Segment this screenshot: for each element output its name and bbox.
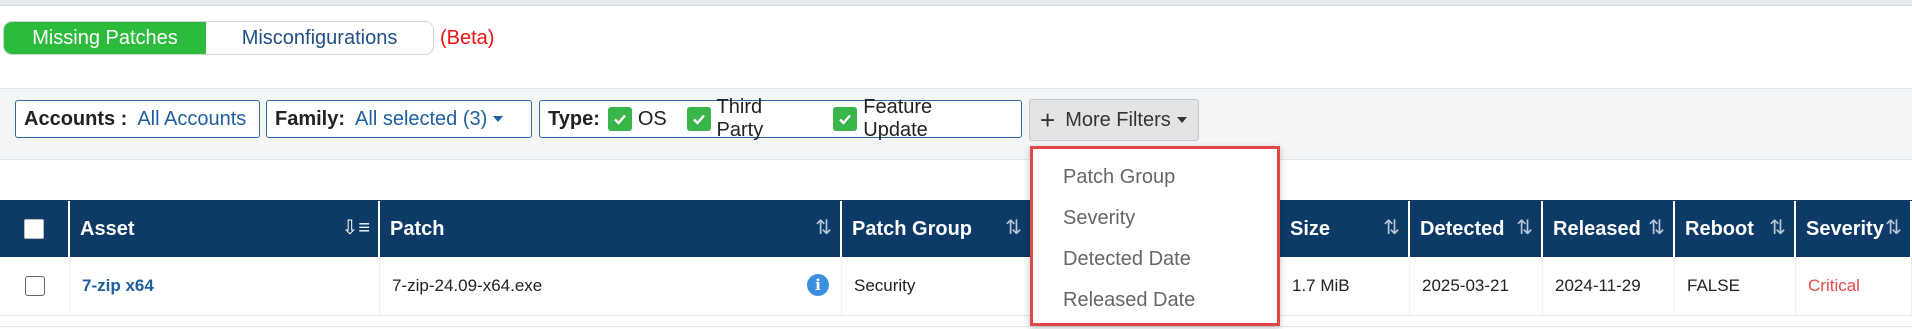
column-header-label: Size xyxy=(1290,217,1331,240)
cell-asset: 7-zip x64 xyxy=(70,257,380,315)
checkbox-checked-icon[interactable] xyxy=(686,107,711,131)
cell-size: 1.7 MiB xyxy=(1280,257,1410,315)
severity-badge: Critical xyxy=(1808,276,1860,295)
cell-severity: Critical xyxy=(1796,257,1912,315)
patch-name: 7-zip-24.09-x64.exe xyxy=(392,276,543,295)
column-header-label: Severity xyxy=(1806,217,1884,240)
column-header-label: Released xyxy=(1553,217,1641,240)
row-checkbox[interactable] xyxy=(24,276,45,296)
cell-patch: 7-zip-24.09-x64.exe i xyxy=(380,257,842,315)
cell-reboot: FALSE xyxy=(1675,257,1796,315)
column-header-asset[interactable]: Asset ⇩≡ xyxy=(70,201,380,257)
column-header-severity[interactable]: Severity ⇅ xyxy=(1796,201,1912,257)
sort-icon[interactable]: ⇅ xyxy=(1516,215,1533,240)
type-option-feature-update[interactable]: Feature Update xyxy=(825,96,1001,142)
family-filter[interactable]: Family: All selected (3) xyxy=(266,100,532,138)
column-header-patch[interactable]: Patch ⇅ xyxy=(380,201,842,257)
column-header-label: Asset xyxy=(80,217,135,240)
column-header-released[interactable]: Released ⇅ xyxy=(1543,201,1675,257)
sort-icon[interactable]: ⇅ xyxy=(1005,215,1022,240)
table-row[interactable]: 7-zip x64 7-zip-24.09-x64.exe i Security… xyxy=(0,257,1912,316)
asset-link[interactable]: 7-zip x64 xyxy=(82,276,154,296)
top-divider xyxy=(0,0,1912,6)
column-header-detected[interactable]: Detected ⇅ xyxy=(1410,201,1543,257)
chevron-down-icon xyxy=(1176,117,1187,123)
more-filters-label: More Filters xyxy=(1065,108,1171,131)
column-header-label: Reboot xyxy=(1685,217,1754,240)
sort-icon[interactable]: ⇅ xyxy=(815,215,832,240)
chevron-down-icon xyxy=(493,116,504,122)
sort-icon[interactable]: ⇅ xyxy=(1383,215,1400,240)
sort-icon[interactable]: ⇅ xyxy=(1885,215,1902,240)
view-toggle-group: Missing Patches Misconfigurations xyxy=(3,21,434,55)
column-header-reboot[interactable]: Reboot ⇅ xyxy=(1675,201,1796,257)
type-option-third-party[interactable]: Third Party xyxy=(679,96,814,142)
cell-released: 2024-11-29 xyxy=(1543,257,1675,315)
menu-item-released-date[interactable]: Released Date xyxy=(1033,280,1277,321)
menu-item-severity[interactable]: Severity xyxy=(1033,198,1277,239)
more-filters-menu: Patch Group Severity Detected Date Relea… xyxy=(1030,146,1280,326)
table-header: Asset ⇩≡ Patch ⇅ Patch Group ⇅ Size ⇅ De… xyxy=(0,200,1912,257)
select-all-header xyxy=(0,201,70,257)
page: Missing Patches Misconfigurations (Beta)… xyxy=(0,0,1912,329)
released-value: 2024-11-29 xyxy=(1555,276,1641,295)
column-header-patch-group[interactable]: Patch Group ⇅ xyxy=(842,201,1032,257)
more-filters-button[interactable]: + More Filters xyxy=(1029,99,1199,141)
sort-desc-icon[interactable]: ⇩≡ xyxy=(342,215,370,240)
type-option-label: Third Party xyxy=(716,96,764,141)
info-icon[interactable]: i xyxy=(807,274,829,296)
column-header-label: Detected xyxy=(1420,217,1505,240)
family-filter-value: All selected (3) xyxy=(355,107,488,130)
menu-item-patch-group[interactable]: Patch Group xyxy=(1033,157,1277,198)
accounts-filter[interactable]: Accounts : All Accounts xyxy=(15,100,260,138)
beta-label: (Beta) xyxy=(440,26,495,49)
patches-table: Asset ⇩≡ Patch ⇅ Patch Group ⇅ Size ⇅ De… xyxy=(0,200,1912,327)
patch-group-value: Security xyxy=(854,276,916,295)
cell-detected: 2025-03-21 xyxy=(1410,257,1543,315)
column-header-label: Patch xyxy=(390,217,445,240)
sort-icon[interactable]: ⇅ xyxy=(1769,215,1786,240)
cell-patch-group: Security xyxy=(842,257,1032,315)
sort-icon[interactable]: ⇅ xyxy=(1648,215,1665,240)
type-option-label: OS xyxy=(637,107,667,130)
filter-bar: Accounts : All Accounts Family: All sele… xyxy=(0,88,1912,160)
type-option-label: Feature Update xyxy=(863,96,933,141)
view-toggle: Missing Patches Misconfigurations (Beta) xyxy=(3,21,495,55)
misconfigurations-tab[interactable]: Misconfigurations xyxy=(206,22,433,54)
missing-patches-tab[interactable]: Missing Patches xyxy=(4,22,206,54)
select-all-checkbox[interactable] xyxy=(24,219,44,239)
column-header-label: Patch Group xyxy=(852,217,973,240)
table-row-partial xyxy=(0,316,1912,327)
size-value: 1.7 MiB xyxy=(1292,276,1350,295)
accounts-filter-value: All Accounts xyxy=(137,107,247,130)
type-filter: Type: OS Third Party Feature Update xyxy=(539,96,1022,141)
detected-value: 2025-03-21 xyxy=(1422,276,1509,295)
menu-item-detected-date[interactable]: Detected Date xyxy=(1033,239,1277,280)
checkbox-checked-icon[interactable] xyxy=(833,107,858,131)
type-filter-label: Type: xyxy=(548,107,600,130)
family-filter-label: Family: xyxy=(275,107,346,130)
accounts-filter-label: Accounts : xyxy=(24,107,128,130)
plus-icon: + xyxy=(1040,105,1056,135)
row-select-cell xyxy=(0,257,70,315)
checkbox-checked-icon[interactable] xyxy=(607,107,632,131)
column-header-size[interactable]: Size ⇅ xyxy=(1280,201,1410,257)
type-option-os[interactable]: OS xyxy=(600,107,667,131)
reboot-value: FALSE xyxy=(1687,276,1740,295)
